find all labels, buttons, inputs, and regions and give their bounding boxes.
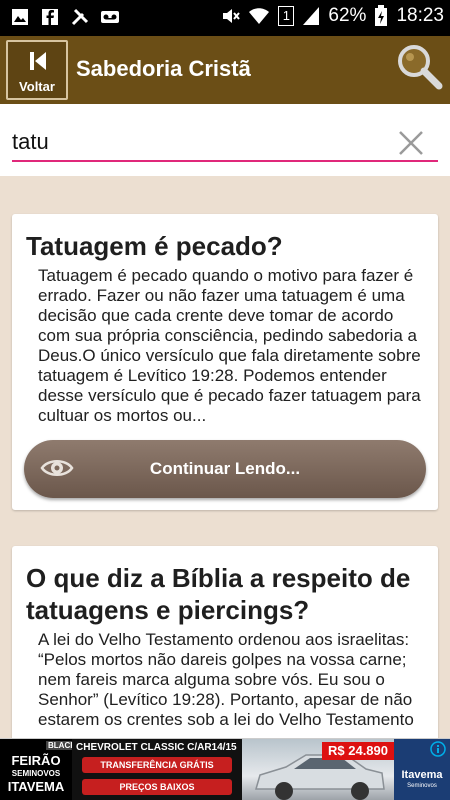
result-excerpt: Tatuagem é pecado quando o motivo para f… (38, 266, 421, 425)
system-indicators: 1 62% 18:23 (220, 5, 444, 27)
ad-logo-line1: FEIRÃO (11, 753, 61, 768)
app-title: Sabedoria Cristã (76, 56, 251, 81)
result-card: Tatuagem é pecado? Tatuagem é pecado qua… (12, 214, 438, 510)
sim-slot-indicator: 1 (278, 6, 295, 26)
result-title: Tatuagem é pecado? (26, 231, 283, 261)
ad-brand-subtitle: Seminovos (407, 783, 437, 789)
notification-icons (10, 7, 120, 27)
gallery-icon (12, 9, 28, 25)
ad-banner[interactable]: BLACK FEIRÃO SEMINOVOS ITAVEMA CHEVROLET… (0, 738, 450, 800)
wifi-icon (249, 8, 270, 24)
status-bar: 1 62% 18:23 (0, 0, 450, 36)
ad-offer-panel: CHEVROLET CLASSIC C/AR14/15 TRANSFERÊNCI… (72, 739, 242, 800)
search-bar (0, 104, 450, 176)
signal-icon (303, 7, 320, 25)
voicemail-icon (101, 11, 119, 23)
search-icon[interactable] (394, 42, 444, 92)
search-input[interactable] (12, 124, 438, 162)
ad-brand-name: Itavema (401, 769, 443, 781)
result-excerpt: A lei do Velho Testamento ordenou aos is… (38, 630, 414, 729)
app-bar: Voltar Sabedoria Cristã (0, 36, 450, 104)
ad-choices-icon[interactable] (430, 741, 446, 757)
back-button[interactable]: Voltar (6, 40, 68, 100)
facebook-icon (42, 9, 58, 25)
skip-back-icon (30, 52, 46, 70)
ad-offer-transfer: TRANSFERÊNCIA GRÁTIS (82, 757, 232, 773)
continue-reading-label: Continuar Lendo... (149, 459, 301, 478)
battery-percentage: 62% (328, 5, 367, 26)
battery-icon (375, 5, 388, 26)
close-icon[interactable] (396, 128, 426, 158)
continue-reading-button[interactable]: Continuar Lendo... (24, 440, 426, 498)
ad-logo-line2: SEMINOVOS (11, 769, 61, 778)
result-title: O que diz a Bíblia a respeito de tatuage… (26, 563, 411, 625)
ad-logo-line3: ITAVEMA (7, 779, 65, 794)
tools-icon (71, 8, 89, 26)
ad-logo: BLACK FEIRÃO SEMINOVOS ITAVEMA (0, 739, 78, 800)
ad-offer-prices: PREÇOS BAIXOS (82, 779, 232, 795)
back-button-label: Voltar (19, 79, 55, 94)
clock: 18:23 (396, 5, 444, 26)
ad-car-model: CHEVROLET CLASSIC C/AR14/15 (76, 742, 237, 753)
mute-icon (223, 9, 241, 23)
ad-price: R$ 24.890 (322, 742, 394, 760)
